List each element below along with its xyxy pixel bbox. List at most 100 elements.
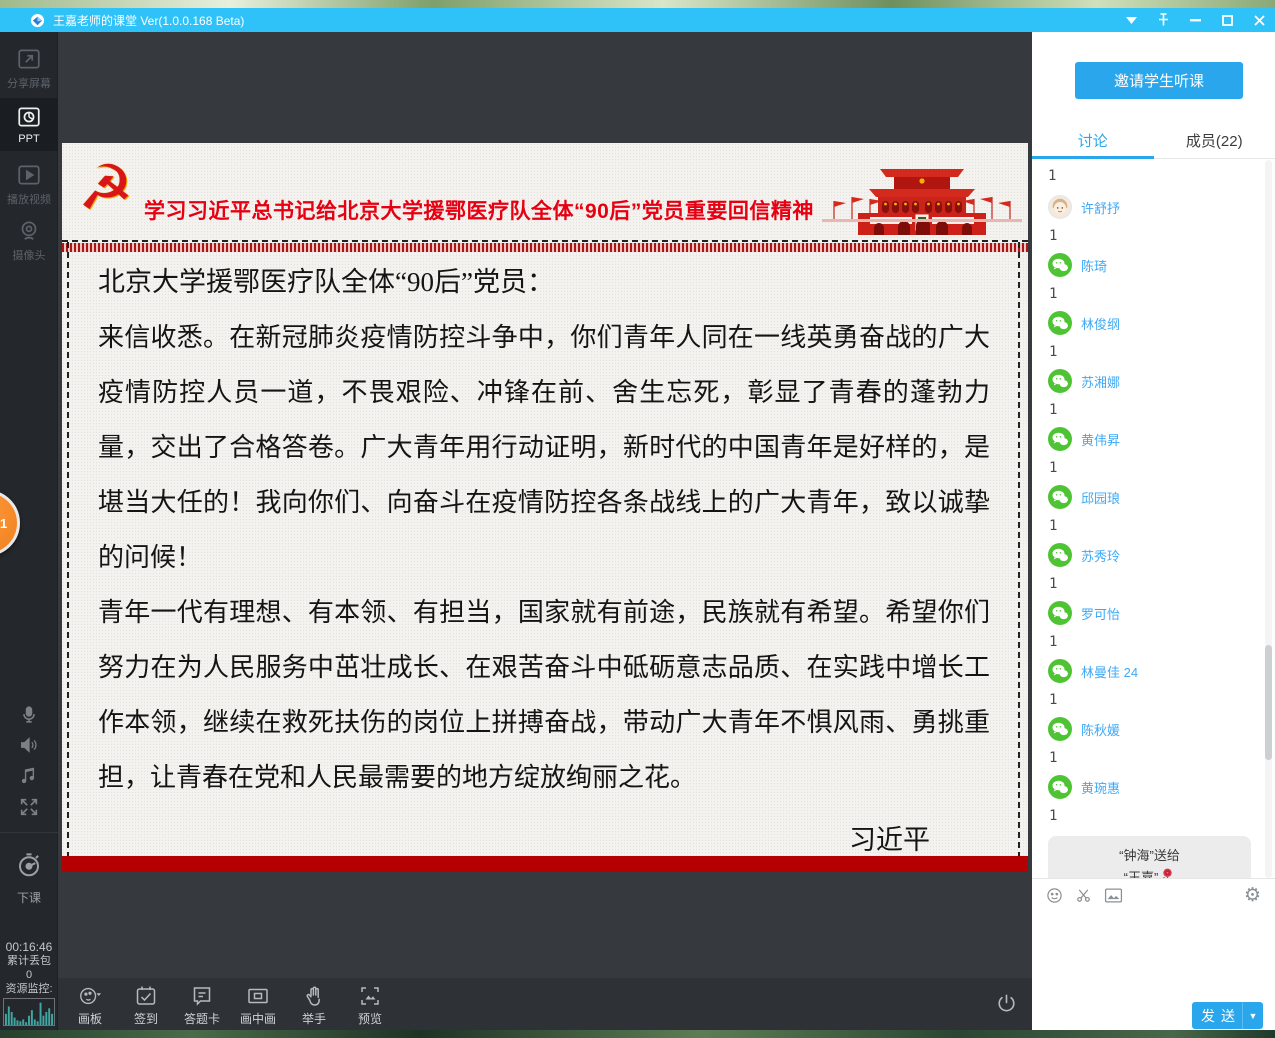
gift-system-message: “钟海”送给 “王嘉” <box>1048 836 1251 878</box>
maximize-button[interactable] <box>1211 8 1243 32</box>
class-timer: 00:16:46 <box>0 940 58 954</box>
speaker-icon[interactable] <box>0 734 58 756</box>
chat-message: 罗可怡 1 <box>1048 600 1267 650</box>
chat-sender-name: 陈琦 <box>1081 256 1107 275</box>
chat-message-text: 1 <box>1049 692 1267 708</box>
wechat-avatar <box>1048 253 1072 277</box>
tiananmen-illustration <box>818 157 1026 241</box>
chat-message-text: 1 <box>1049 750 1267 766</box>
settings-gear-icon[interactable]: ⚙ <box>1244 886 1261 905</box>
send-button-group: 发送 ▼ <box>1192 1002 1263 1029</box>
wechat-avatar <box>1048 543 1072 567</box>
chat-input[interactable] <box>1032 912 1275 998</box>
pin-icon[interactable] <box>1147 8 1179 32</box>
chat-sender-name: 陈秋媛 <box>1081 720 1120 739</box>
signin-calendar-icon <box>134 984 158 1008</box>
chat-message-text: 1 <box>1049 344 1267 360</box>
sidebar-item-play-video[interactable]: 播放视频 <box>0 162 58 207</box>
sidebar-item-share-screen[interactable]: 分享屏幕 <box>0 46 58 91</box>
presentation-stage: ☭ 学习习近平总书记给北京大学援鄂医疗队全体“90后”党员重要回信精神 <box>58 32 1032 1030</box>
chat-message: 林俊纲 1 <box>1048 310 1267 360</box>
share-screen-icon <box>16 46 42 72</box>
preview-icon <box>358 984 382 1008</box>
toolbar-item-whiteboard[interactable]: 画板 <box>62 984 118 1028</box>
wechat-avatar <box>1048 659 1072 683</box>
toolbar-item-pip[interactable]: 画中画 <box>230 984 286 1028</box>
letter-paragraph: 来信收悉。在新冠肺炎疫情防控斗争中，你们青年人同在一线英勇奋战的广大疫情防控人员… <box>98 310 990 585</box>
chat-sender-name: 黄琬惠 <box>1081 778 1120 797</box>
chat-sender-name: 苏秀玲 <box>1081 546 1120 565</box>
titlebar: 王嘉老师的课堂 Ver(1.0.0.168 Beta) <box>0 8 1275 32</box>
chat-sender-name: 苏湘娜 <box>1081 372 1120 391</box>
chat-sender-name: 罗可怡 <box>1081 604 1120 623</box>
music-icon[interactable] <box>0 764 58 786</box>
wechat-avatar <box>1048 775 1072 799</box>
minimize-button[interactable] <box>1179 8 1211 32</box>
image-icon[interactable] <box>1104 887 1123 904</box>
chat-scrollbar-thumb[interactable] <box>1265 645 1272 760</box>
stage-toolbar: 画板 签到 答题卡 画中画 <box>58 978 1032 1030</box>
panel-tabs: 讨论 成员(22) <box>1032 128 1275 159</box>
whiteboard-icon <box>78 984 102 1008</box>
toolbar-item-answer-card[interactable]: 答题卡 <box>174 984 230 1028</box>
party-emblem-icon: ☭ <box>78 149 134 227</box>
ppt-icon <box>16 104 42 130</box>
end-class-button[interactable]: 下课 <box>0 850 58 906</box>
wechat-avatar <box>1048 485 1072 509</box>
power-icon[interactable] <box>995 992 1018 1020</box>
sidebar-item-ppt[interactable]: PPT <box>0 98 58 151</box>
resource-monitor-graph <box>3 998 55 1026</box>
toolbar-item-signin[interactable]: 签到 <box>118 984 174 1028</box>
chat-message-text: 1 <box>1049 576 1267 592</box>
app-window: 王嘉老师的课堂 Ver(1.0.0.168 Beta) <box>0 0 1275 1038</box>
chat-message: 许舒抒 1 <box>1048 194 1267 244</box>
desktop-wallpaper-top <box>0 0 1275 8</box>
raise-hand-icon <box>302 984 326 1008</box>
chat-sender-name: 黄伟昇 <box>1081 430 1120 449</box>
send-options-caret[interactable]: ▼ <box>1242 1002 1263 1029</box>
tab-members[interactable]: 成员(22) <box>1154 128 1275 158</box>
packet-loss-value: 0 <box>0 968 58 982</box>
slide-title: 学习习近平总书记给北京大学援鄂医疗队全体“90后”党员重要回信精神 <box>144 195 834 225</box>
chat-message-list[interactable]: 1 许舒抒 1 陈琦 1 <box>1032 160 1267 878</box>
gift-message-line1: “钟海”送给 <box>1054 845 1245 867</box>
chat-message: 苏秀玲 1 <box>1048 542 1267 592</box>
letter-paragraph: 青年一代有理想、有本领、有担当，国家就有前途，民族就有希望。希望你们努力在为人民… <box>98 585 990 805</box>
chat-scrollbar[interactable] <box>1265 160 1272 878</box>
camera-icon <box>16 218 42 244</box>
chat-message-text: 1 <box>1049 286 1267 302</box>
chat-sender-name: 林俊纲 <box>1081 314 1120 333</box>
invite-students-button[interactable]: 邀请学生听课 <box>1075 62 1243 99</box>
screenshot-scissors-icon[interactable] <box>1075 887 1092 904</box>
answer-card-icon <box>190 984 214 1008</box>
chat-message: 黄琬惠 1 <box>1048 774 1267 824</box>
app-logo-icon <box>30 13 45 28</box>
tab-discussion[interactable]: 讨论 <box>1032 128 1154 158</box>
slide-bottom-bar <box>62 856 1028 872</box>
fullscreen-icon[interactable] <box>0 796 58 818</box>
resource-monitor-label: 资源监控: <box>0 982 58 996</box>
chat-message: 林曼佳 24 1 <box>1048 658 1267 708</box>
emoji-icon[interactable] <box>1046 887 1063 904</box>
packet-loss-label: 累计丢包 <box>0 954 58 968</box>
wechat-avatar <box>1048 601 1072 625</box>
microphone-icon[interactable] <box>0 704 58 726</box>
avatar <box>1048 195 1072 219</box>
chat-sender-name: 许舒抒 <box>1081 198 1120 217</box>
chat-message-text: 1 <box>1049 402 1267 418</box>
send-button[interactable]: 发送 <box>1192 1002 1242 1029</box>
sidebar-item-camera[interactable]: 摄像头 <box>0 218 58 263</box>
sidebar: 分享屏幕 PPT 播放视频 摄像头 81 <box>0 32 58 1030</box>
rose-icon <box>1160 868 1175 878</box>
floating-badge[interactable]: 81 <box>0 490 20 556</box>
toolbar-item-preview[interactable]: 预览 <box>342 984 398 1028</box>
letter-body: 北京大学援鄂医疗队全体“90后”党员： 来信收悉。在新冠肺炎疫情防控斗争中，你们… <box>70 255 1018 872</box>
connection-stats: 00:16:46 累计丢包 0 资源监控: <box>0 940 58 1026</box>
dropdown-caret-icon[interactable] <box>1115 8 1147 32</box>
toolbar-item-raise-hand[interactable]: 举手 <box>286 984 342 1028</box>
close-button[interactable] <box>1243 8 1275 32</box>
chat-sender-name: 邱园琅 <box>1081 488 1120 507</box>
chat-toolbar: ⚙ <box>1032 878 1275 911</box>
chat-sender-name: 林曼佳 24 <box>1081 662 1138 681</box>
chat-message: 邱园琅 1 <box>1048 484 1267 534</box>
